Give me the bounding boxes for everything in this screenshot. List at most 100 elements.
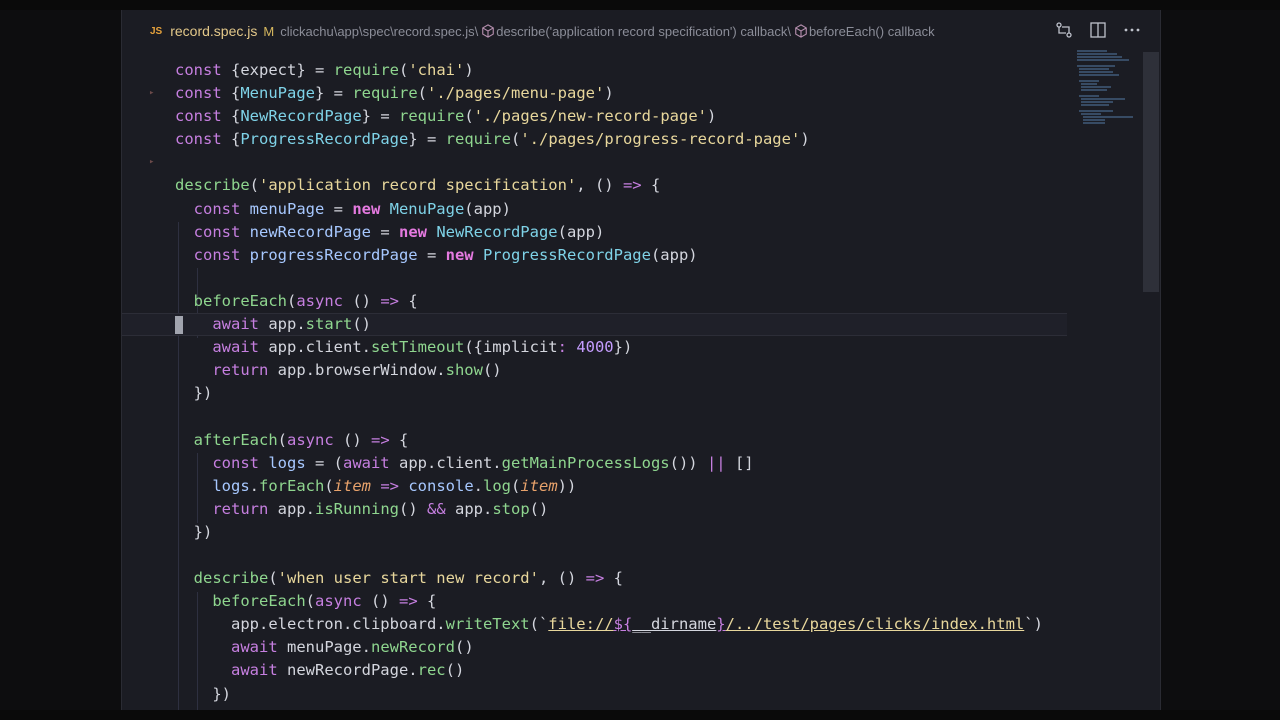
code-line-22[interactable] bbox=[122, 544, 1067, 567]
code-line-12-current[interactable]: await app.start() bbox=[122, 313, 1067, 337]
fold-arrow-icon[interactable]: ▸ bbox=[149, 82, 154, 105]
token: => bbox=[371, 476, 409, 495]
token: logs bbox=[175, 476, 250, 495]
token: const bbox=[175, 61, 231, 79]
token: } bbox=[716, 615, 726, 634]
code-line-15[interactable]: }) bbox=[122, 382, 1067, 405]
token: progressRecordPage bbox=[249, 245, 418, 264]
minimap[interactable] bbox=[1072, 50, 1152, 140]
token: = bbox=[417, 245, 446, 264]
token: const bbox=[175, 245, 250, 264]
code-line-20[interactable]: return app.isRunning() && app.stop() bbox=[122, 498, 1067, 521]
token: app.electron.clipboard. bbox=[175, 615, 446, 634]
token: { bbox=[231, 84, 241, 103]
code-line-16[interactable] bbox=[122, 405, 1067, 428]
breadcrumb-describe-callback[interactable]: describe('application record specificati… bbox=[496, 24, 791, 39]
code-line-18[interactable]: const logs = (await app.client.getMainPr… bbox=[122, 452, 1067, 475]
code-line-17[interactable]: afterEach(async () => { bbox=[122, 429, 1067, 452]
token: () bbox=[343, 291, 381, 310]
token: './pages/new-record-page' bbox=[473, 107, 707, 126]
token: ( bbox=[268, 569, 278, 588]
token: describe bbox=[175, 569, 269, 588]
token: return bbox=[175, 361, 269, 380]
code-line-28[interactable]: }) bbox=[122, 683, 1067, 706]
token: menuPage bbox=[249, 199, 325, 218]
code-line-3[interactable]: const {NewRecordPage} = require('./pages… bbox=[122, 105, 1067, 128]
token: const bbox=[175, 107, 231, 126]
code-line-4[interactable]: const {ProgressRecordPage} = require('./… bbox=[122, 128, 1067, 151]
token: = bbox=[370, 222, 399, 241]
token: { bbox=[231, 130, 241, 149]
symbol-method-icon bbox=[794, 24, 808, 38]
token: NewRecordPage bbox=[240, 107, 362, 126]
code-line-6[interactable]: describe('application record specificati… bbox=[122, 174, 1067, 197]
code-line-9[interactable]: const progressRecordPage = new ProgressR… bbox=[122, 244, 1067, 267]
token: const bbox=[175, 222, 250, 241]
minimap-line bbox=[1081, 113, 1101, 115]
symbol-method-icon bbox=[481, 24, 495, 38]
breadcrumb-file-name[interactable]: record.spec.js bbox=[170, 23, 257, 39]
token: app.client. bbox=[259, 338, 371, 357]
code-line-23[interactable]: describe('when user start new record', (… bbox=[122, 567, 1067, 590]
token: = bbox=[417, 130, 446, 149]
split-editor-icon[interactable] bbox=[1088, 20, 1108, 40]
token: ( bbox=[305, 592, 315, 611]
code-line-5[interactable]: ▸ bbox=[122, 151, 1067, 174]
breadcrumb-beforeeach-callback[interactable]: beforeEach() callback bbox=[809, 24, 935, 39]
token: new bbox=[398, 222, 437, 241]
token: 'application record specification' bbox=[259, 176, 577, 195]
token: () bbox=[361, 592, 399, 611]
token: ) bbox=[464, 61, 474, 79]
token: stop bbox=[492, 499, 530, 518]
token: file:// bbox=[548, 615, 614, 634]
code-editor[interactable]: JS record.spec.js M clickachu\app\spec\r… bbox=[121, 10, 1161, 710]
minimap-line bbox=[1083, 122, 1105, 124]
token: ( bbox=[324, 476, 334, 495]
compare-changes-icon[interactable] bbox=[1054, 20, 1074, 40]
token: , () bbox=[576, 176, 623, 195]
code-line-21[interactable]: }) bbox=[122, 521, 1067, 544]
token: }) bbox=[613, 338, 633, 357]
code-line-7[interactable]: const menuPage = new MenuPage(app) bbox=[122, 198, 1067, 221]
token: } bbox=[361, 107, 372, 126]
code-lines[interactable]: const {expect} = require('chai') ▸ const … bbox=[122, 59, 1067, 706]
more-actions-icon[interactable] bbox=[1122, 20, 1142, 40]
token: newRecordPage. bbox=[277, 661, 418, 680]
code-line-14[interactable]: return app.browserWindow.show() bbox=[122, 359, 1067, 382]
token: newRecord bbox=[370, 638, 455, 657]
code-line-2[interactable]: ▸ const {MenuPage} = require('./pages/men… bbox=[122, 82, 1067, 105]
token: return bbox=[175, 499, 269, 518]
token: async bbox=[287, 430, 334, 449]
token: && bbox=[427, 499, 446, 518]
token: 'when user start new record' bbox=[277, 569, 539, 588]
minimap-line bbox=[1081, 89, 1107, 91]
code-line-27[interactable]: await newRecordPage.rec() bbox=[122, 659, 1067, 682]
token: describe bbox=[175, 176, 250, 195]
modified-indicator: M bbox=[263, 23, 275, 39]
token: {expect} bbox=[231, 61, 306, 79]
code-line-13[interactable]: await app.client.setTimeout({implicit: 4… bbox=[122, 336, 1067, 359]
token: app. bbox=[268, 499, 315, 518]
token: async bbox=[296, 291, 343, 310]
code-line-24[interactable]: beforeEach(async () => { bbox=[122, 590, 1067, 613]
minimap-line bbox=[1079, 71, 1113, 73]
code-line-11[interactable]: beforeEach(async () => { bbox=[122, 290, 1067, 313]
code-line-8[interactable]: const newRecordPage = new NewRecordPage(… bbox=[122, 221, 1067, 244]
token: './pages/menu-page' bbox=[427, 84, 605, 103]
token: item bbox=[520, 476, 558, 495]
breadcrumb-path[interactable]: clickachu\app\spec\record.spec.js\ bbox=[280, 24, 478, 39]
code-line-25[interactable]: app.electron.clipboard.writeText(`file:/… bbox=[122, 613, 1067, 636]
token: NewRecordPage bbox=[436, 222, 558, 241]
fold-arrow-icon[interactable]: ▸ bbox=[149, 151, 154, 174]
scrollbar-thumb[interactable] bbox=[1143, 52, 1159, 292]
token: }) bbox=[175, 684, 231, 703]
code-line-10[interactable] bbox=[122, 267, 1067, 290]
token: { bbox=[417, 592, 437, 611]
token: () bbox=[445, 661, 465, 680]
code-line-26[interactable]: await menuPage.newRecord() bbox=[122, 636, 1067, 659]
code-line-1[interactable]: const {expect} = require('chai') bbox=[122, 59, 1067, 82]
token: ) bbox=[706, 107, 717, 126]
token: './pages/progress-record-page' bbox=[520, 130, 801, 149]
token: show bbox=[445, 361, 483, 380]
code-line-19[interactable]: logs.forEach(item => console.log(item)) bbox=[122, 475, 1067, 498]
